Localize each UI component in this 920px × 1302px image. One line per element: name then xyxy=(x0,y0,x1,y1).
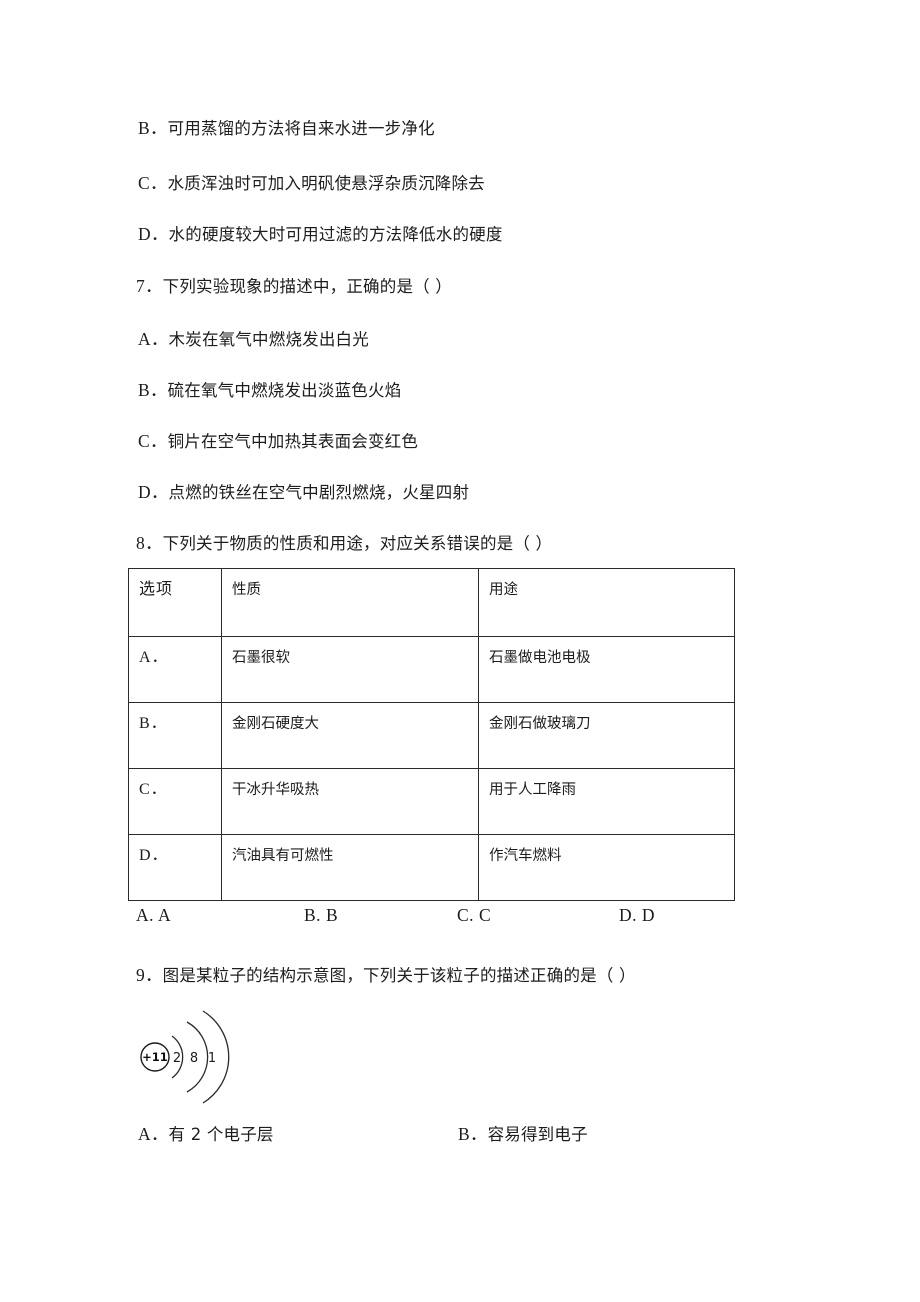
q9-option-a-text: 有 2 个电子层 xyxy=(168,1125,274,1144)
q9-number: 9． xyxy=(136,965,163,985)
table-cell-property-b: 金刚石硬度大 xyxy=(221,702,479,769)
table-cell-use-b: 金刚石做玻璃刀 xyxy=(478,702,735,769)
q7-stem-text: 下列实验现象的描述中，正确的是（ ） xyxy=(162,277,453,296)
table-row: C． 干冰升华吸热 用于人工降雨 xyxy=(128,768,735,835)
exam-page: B．可用蒸馏的方法将自来水进一步净化 C．水质浑浊时可加入明矾使悬浮杂质沉降除去… xyxy=(0,0,920,1302)
table-header-use: 用途 xyxy=(478,568,735,637)
q8-number: 8． xyxy=(136,533,163,553)
q6-option-c-text: 水质浑浊时可加入明矾使悬浮杂质沉降除去 xyxy=(167,174,485,193)
q8-choice-d[interactable]: D. D xyxy=(619,905,655,926)
table-cell-property-a: 石墨很软 xyxy=(221,636,479,703)
q7-option-c-text: 铜片在空气中加热其表面会变红色 xyxy=(167,432,419,451)
table-row: D． 汽油具有可燃性 作汽车燃料 xyxy=(128,834,735,901)
shell-electron-count-2: 8 xyxy=(190,1051,198,1066)
q6-option-b-label: B． xyxy=(138,118,168,138)
q7-stem: 7．下列实验现象的描述中，正确的是（ ） xyxy=(136,274,452,299)
q7-option-d-label: D． xyxy=(138,482,169,502)
q9-option-b-label: B． xyxy=(458,1124,488,1144)
q7-option-b-label: B． xyxy=(138,380,168,400)
table-cell-property-c: 干冰升华吸热 xyxy=(221,768,479,835)
table-header-property: 性质 xyxy=(221,568,479,637)
q7-option-a: A．木炭在氧气中燃烧发出白光 xyxy=(138,327,369,352)
q8-choice-c-label: C. xyxy=(457,905,475,925)
q7-number: 7． xyxy=(136,276,163,296)
table-header-option: 选项 xyxy=(128,568,222,637)
shell-electron-count-3: 1 xyxy=(208,1051,216,1066)
q7-option-b-text: 硫在氧气中燃烧发出淡蓝色火焰 xyxy=(167,381,402,400)
q9-stem-text: 图是某粒子的结构示意图，下列关于该粒子的描述正确的是（ ） xyxy=(162,966,636,985)
q9-stem: 9．图是某粒子的结构示意图，下列关于该粒子的描述正确的是（ ） xyxy=(136,963,636,988)
table-cell-option-c: C． xyxy=(128,768,222,835)
q8-choice-a-label: A. xyxy=(136,905,155,925)
q7-option-d-text: 点燃的铁丝在空气中剧烈燃烧，火星四射 xyxy=(168,483,470,502)
q9-option-b: B．容易得到电子 xyxy=(458,1122,588,1147)
q8-choice-a-value: A xyxy=(157,905,172,925)
table-cell-option-a: A． xyxy=(128,636,222,703)
table-cell-use-d: 作汽车燃料 xyxy=(478,834,735,901)
q7-option-a-label: A． xyxy=(138,329,169,349)
q8-stem: 8．下列关于物质的性质和用途，对应关系错误的是（ ） xyxy=(136,531,552,556)
q8-choice-b[interactable]: B. B xyxy=(304,905,338,926)
table-cell-option-d: D． xyxy=(128,834,222,901)
atom-structure-diagram: +11 2 8 1 xyxy=(132,1006,252,1106)
q9-option-a-label: A． xyxy=(138,1124,169,1144)
q7-option-d: D．点燃的铁丝在空气中剧烈燃烧，火星四射 xyxy=(138,480,469,505)
q8-choice-b-value: B xyxy=(325,905,339,925)
table-row: A． 石墨很软 石墨做电池电极 xyxy=(128,636,735,703)
q8-stem-text: 下列关于物质的性质和用途，对应关系错误的是（ ） xyxy=(162,534,553,553)
q9-option-a: A．有 2 个电子层 xyxy=(138,1122,274,1147)
q9-option-b-text: 容易得到电子 xyxy=(487,1125,588,1144)
table-cell-property-d: 汽油具有可燃性 xyxy=(221,834,479,901)
q8-choice-c-value: C xyxy=(478,905,492,925)
q6-option-b-text: 可用蒸馏的方法将自来水进一步净化 xyxy=(167,119,435,138)
q8-choice-b-label: B. xyxy=(304,905,322,925)
q8-property-use-table: 选项 性质 用途 A． 石墨很软 石墨做电池电极 B． 金刚石硬度大 金刚石做玻… xyxy=(128,568,735,901)
table-cell-use-c: 用于人工降雨 xyxy=(478,768,735,835)
table-row: B． 金刚石硬度大 金刚石做玻璃刀 xyxy=(128,702,735,769)
q8-choice-d-label: D. xyxy=(619,905,638,925)
nucleus-charge-label: +11 xyxy=(142,1050,168,1064)
q7-option-c-label: C． xyxy=(138,431,168,451)
q8-choice-c[interactable]: C. C xyxy=(457,905,491,926)
q6-option-c-label: C． xyxy=(138,173,168,193)
q7-option-c: C．铜片在空气中加热其表面会变红色 xyxy=(138,429,418,454)
table-cell-option-b: B． xyxy=(128,702,222,769)
table-cell-use-a: 石墨做电池电极 xyxy=(478,636,735,703)
q6-option-b: B．可用蒸馏的方法将自来水进一步净化 xyxy=(138,116,435,141)
q6-option-c: C．水质浑浊时可加入明矾使悬浮杂质沉降除去 xyxy=(138,171,485,196)
q6-option-d-label: D． xyxy=(138,224,169,244)
q6-option-d-text: 水的硬度较大时可用过滤的方法降低水的硬度 xyxy=(168,225,503,244)
q6-option-d: D．水的硬度较大时可用过滤的方法降低水的硬度 xyxy=(138,222,503,247)
q7-option-a-text: 木炭在氧气中燃烧发出白光 xyxy=(168,330,369,349)
table-header-row: 选项 性质 用途 xyxy=(128,568,735,637)
q8-choice-d-value: D xyxy=(641,905,656,925)
q7-option-b: B．硫在氧气中燃烧发出淡蓝色火焰 xyxy=(138,378,401,403)
q8-choice-row: A. A B. B C. C D. D xyxy=(136,905,681,931)
q8-choice-a[interactable]: A. A xyxy=(136,905,171,926)
shell-electron-count-1: 2 xyxy=(173,1051,181,1066)
